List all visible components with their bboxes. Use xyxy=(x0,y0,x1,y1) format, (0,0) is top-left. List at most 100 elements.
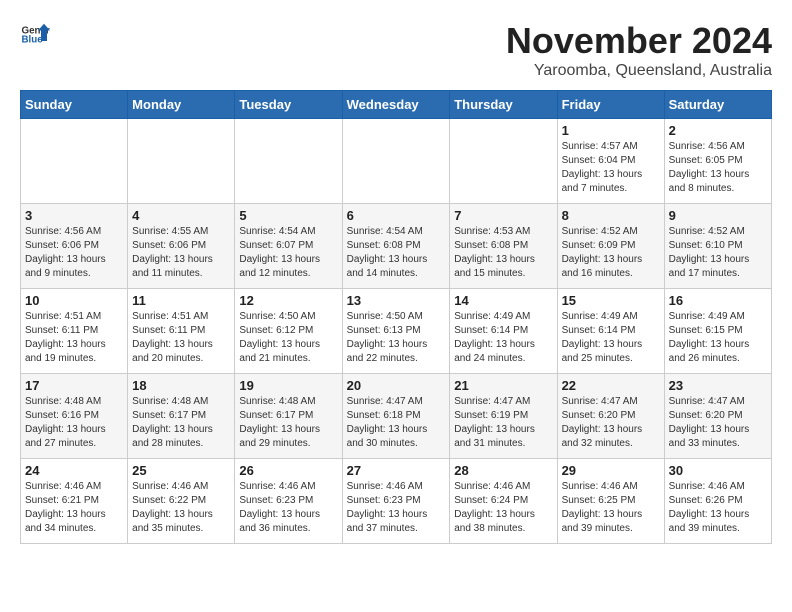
calendar-cell: 22Sunrise: 4:47 AM Sunset: 6:20 PM Dayli… xyxy=(557,374,664,459)
day-info: Sunrise: 4:52 AM Sunset: 6:10 PM Dayligh… xyxy=(669,225,767,281)
day-number: 23 xyxy=(669,378,767,393)
day-number: 3 xyxy=(25,208,123,223)
day-info: Sunrise: 4:47 AM Sunset: 6:20 PM Dayligh… xyxy=(669,395,767,451)
day-number: 17 xyxy=(25,378,123,393)
weekday-header-sunday: Sunday xyxy=(21,91,128,119)
weekday-header-wednesday: Wednesday xyxy=(342,91,450,119)
day-info: Sunrise: 4:46 AM Sunset: 6:22 PM Dayligh… xyxy=(132,480,230,536)
day-number: 4 xyxy=(132,208,230,223)
calendar-cell: 14 Sunrise: 4:49 AM Sunset: 6:14 PM Dayli… xyxy=(450,289,557,374)
day-number: 10 xyxy=(25,293,123,308)
calendar-cell: 3Sunrise: 4:56 AM Sunset: 6:06 PM Daylig… xyxy=(21,204,128,289)
day-number: 29 xyxy=(562,463,660,478)
weekday-row: SundayMondayTuesdayWednesdayThursdayFrid… xyxy=(21,91,772,119)
day-number: 27 xyxy=(347,463,446,478)
logo-icon: General Blue xyxy=(20,20,50,50)
logo: General Blue xyxy=(20,20,50,50)
calendar-cell: 10 Sunrise: 4:51 AM Sunset: 6:11 PM Dayli… xyxy=(21,289,128,374)
calendar-cell: 1 Sunrise: 4:57 AM Sunset: 6:04 PM Daylig… xyxy=(557,119,664,204)
calendar-cell xyxy=(342,119,450,204)
day-number: 26 xyxy=(239,463,337,478)
calendar: SundayMondayTuesdayWednesdayThursdayFrid… xyxy=(20,90,772,544)
calendar-cell xyxy=(21,119,128,204)
calendar-cell: 21 Sunrise: 4:47 AM Sunset: 6:19 PM Dayli… xyxy=(450,374,557,459)
day-number: 30 xyxy=(669,463,767,478)
day-info: Sunrise: 4:46 AM Sunset: 6:23 PM Dayligh… xyxy=(347,480,446,536)
day-info: Sunrise: 4:57 AM Sunset: 6:04 PM Dayligh… xyxy=(562,140,660,196)
weekday-header-friday: Friday xyxy=(557,91,664,119)
day-info: Sunrise: 4:46 AM Sunset: 6:21 PM Dayligh… xyxy=(25,480,123,536)
day-info: Sunrise: 4:49 AM Sunset: 6:14 PM Dayligh… xyxy=(454,310,552,366)
day-info: Sunrise: 4:48 AM Sunset: 6:16 PM Dayligh… xyxy=(25,395,123,451)
weekday-header-thursday: Thursday xyxy=(450,91,557,119)
week-row-2: 3Sunrise: 4:56 AM Sunset: 6:06 PM Daylig… xyxy=(21,204,772,289)
day-number: 11 xyxy=(132,293,230,308)
calendar-cell: 12Sunrise: 4:50 AM Sunset: 6:12 PM Dayli… xyxy=(235,289,342,374)
calendar-cell: 30Sunrise: 4:46 AM Sunset: 6:26 PM Dayli… xyxy=(664,459,771,544)
calendar-cell: 9Sunrise: 4:52 AM Sunset: 6:10 PM Daylig… xyxy=(664,204,771,289)
calendar-cell: 27 Sunrise: 4:46 AM Sunset: 6:23 PM Dayli… xyxy=(342,459,450,544)
calendar-cell: 7Sunrise: 4:53 AM Sunset: 6:08 PM Daylig… xyxy=(450,204,557,289)
calendar-cell: 28 Sunrise: 4:46 AM Sunset: 6:24 PM Dayli… xyxy=(450,459,557,544)
day-info: Sunrise: 4:47 AM Sunset: 6:19 PM Dayligh… xyxy=(454,395,552,451)
day-number: 20 xyxy=(347,378,446,393)
day-number: 12 xyxy=(239,293,337,308)
day-number: 7 xyxy=(454,208,552,223)
calendar-cell: 13 Sunrise: 4:50 AM Sunset: 6:13 PM Dayli… xyxy=(342,289,450,374)
day-info: Sunrise: 4:54 AM Sunset: 6:08 PM Dayligh… xyxy=(347,225,446,281)
calendar-cell: 2 Sunrise: 4:56 AM Sunset: 6:05 PM Daylig… xyxy=(664,119,771,204)
day-info: Sunrise: 4:51 AM Sunset: 6:11 PM Dayligh… xyxy=(132,310,230,366)
day-number: 2 xyxy=(669,123,767,138)
weekday-header-saturday: Saturday xyxy=(664,91,771,119)
day-info: Sunrise: 4:50 AM Sunset: 6:13 PM Dayligh… xyxy=(347,310,446,366)
calendar-cell: 24 Sunrise: 4:46 AM Sunset: 6:21 PM Dayli… xyxy=(21,459,128,544)
calendar-body: 1 Sunrise: 4:57 AM Sunset: 6:04 PM Daylig… xyxy=(21,119,772,544)
day-number: 1 xyxy=(562,123,660,138)
calendar-cell: 6Sunrise: 4:54 AM Sunset: 6:08 PM Daylig… xyxy=(342,204,450,289)
calendar-cell: 18 Sunrise: 4:48 AM Sunset: 6:17 PM Dayli… xyxy=(128,374,235,459)
day-number: 19 xyxy=(239,378,337,393)
day-info: Sunrise: 4:49 AM Sunset: 6:15 PM Dayligh… xyxy=(669,310,767,366)
location-title: Yaroomba, Queensland, Australia xyxy=(506,62,772,80)
week-row-3: 10 Sunrise: 4:51 AM Sunset: 6:11 PM Dayli… xyxy=(21,289,772,374)
calendar-cell xyxy=(128,119,235,204)
calendar-cell xyxy=(450,119,557,204)
calendar-cell: 17 Sunrise: 4:48 AM Sunset: 6:16 PM Dayli… xyxy=(21,374,128,459)
day-info: Sunrise: 4:49 AM Sunset: 6:14 PM Dayligh… xyxy=(562,310,660,366)
calendar-cell: 8Sunrise: 4:52 AM Sunset: 6:09 PM Daylig… xyxy=(557,204,664,289)
month-title: November 2024 xyxy=(506,20,772,62)
calendar-cell: 29 Sunrise: 4:46 AM Sunset: 6:25 PM Dayli… xyxy=(557,459,664,544)
day-number: 22 xyxy=(562,378,660,393)
day-number: 15 xyxy=(562,293,660,308)
day-info: Sunrise: 4:48 AM Sunset: 6:17 PM Dayligh… xyxy=(132,395,230,451)
day-number: 21 xyxy=(454,378,552,393)
day-info: Sunrise: 4:48 AM Sunset: 6:17 PM Dayligh… xyxy=(239,395,337,451)
header: General Blue November 2024 Yaroomba, Que… xyxy=(20,20,772,80)
week-row-5: 24 Sunrise: 4:46 AM Sunset: 6:21 PM Dayli… xyxy=(21,459,772,544)
day-info: Sunrise: 4:46 AM Sunset: 6:25 PM Dayligh… xyxy=(562,480,660,536)
day-number: 5 xyxy=(239,208,337,223)
day-info: Sunrise: 4:47 AM Sunset: 6:18 PM Dayligh… xyxy=(347,395,446,451)
day-number: 28 xyxy=(454,463,552,478)
day-info: Sunrise: 4:51 AM Sunset: 6:11 PM Dayligh… xyxy=(25,310,123,366)
calendar-cell: 19 Sunrise: 4:48 AM Sunset: 6:17 PM Dayli… xyxy=(235,374,342,459)
day-number: 16 xyxy=(669,293,767,308)
svg-text:Blue: Blue xyxy=(22,35,44,46)
title-area: November 2024 Yaroomba, Queensland, Aust… xyxy=(506,20,772,80)
day-number: 13 xyxy=(347,293,446,308)
day-number: 14 xyxy=(454,293,552,308)
day-number: 25 xyxy=(132,463,230,478)
day-info: Sunrise: 4:46 AM Sunset: 6:23 PM Dayligh… xyxy=(239,480,337,536)
day-info: Sunrise: 4:55 AM Sunset: 6:06 PM Dayligh… xyxy=(132,225,230,281)
calendar-cell: 11 Sunrise: 4:51 AM Sunset: 6:11 PM Dayli… xyxy=(128,289,235,374)
calendar-cell: 20 Sunrise: 4:47 AM Sunset: 6:18 PM Dayli… xyxy=(342,374,450,459)
weekday-header-tuesday: Tuesday xyxy=(235,91,342,119)
day-info: Sunrise: 4:56 AM Sunset: 6:05 PM Dayligh… xyxy=(669,140,767,196)
calendar-cell: 5Sunrise: 4:54 AM Sunset: 6:07 PM Daylig… xyxy=(235,204,342,289)
calendar-cell: 26 Sunrise: 4:46 AM Sunset: 6:23 PM Dayli… xyxy=(235,459,342,544)
day-number: 18 xyxy=(132,378,230,393)
calendar-cell: 23 Sunrise: 4:47 AM Sunset: 6:20 PM Dayli… xyxy=(664,374,771,459)
calendar-cell xyxy=(235,119,342,204)
day-info: Sunrise: 4:46 AM Sunset: 6:24 PM Dayligh… xyxy=(454,480,552,536)
day-number: 24 xyxy=(25,463,123,478)
